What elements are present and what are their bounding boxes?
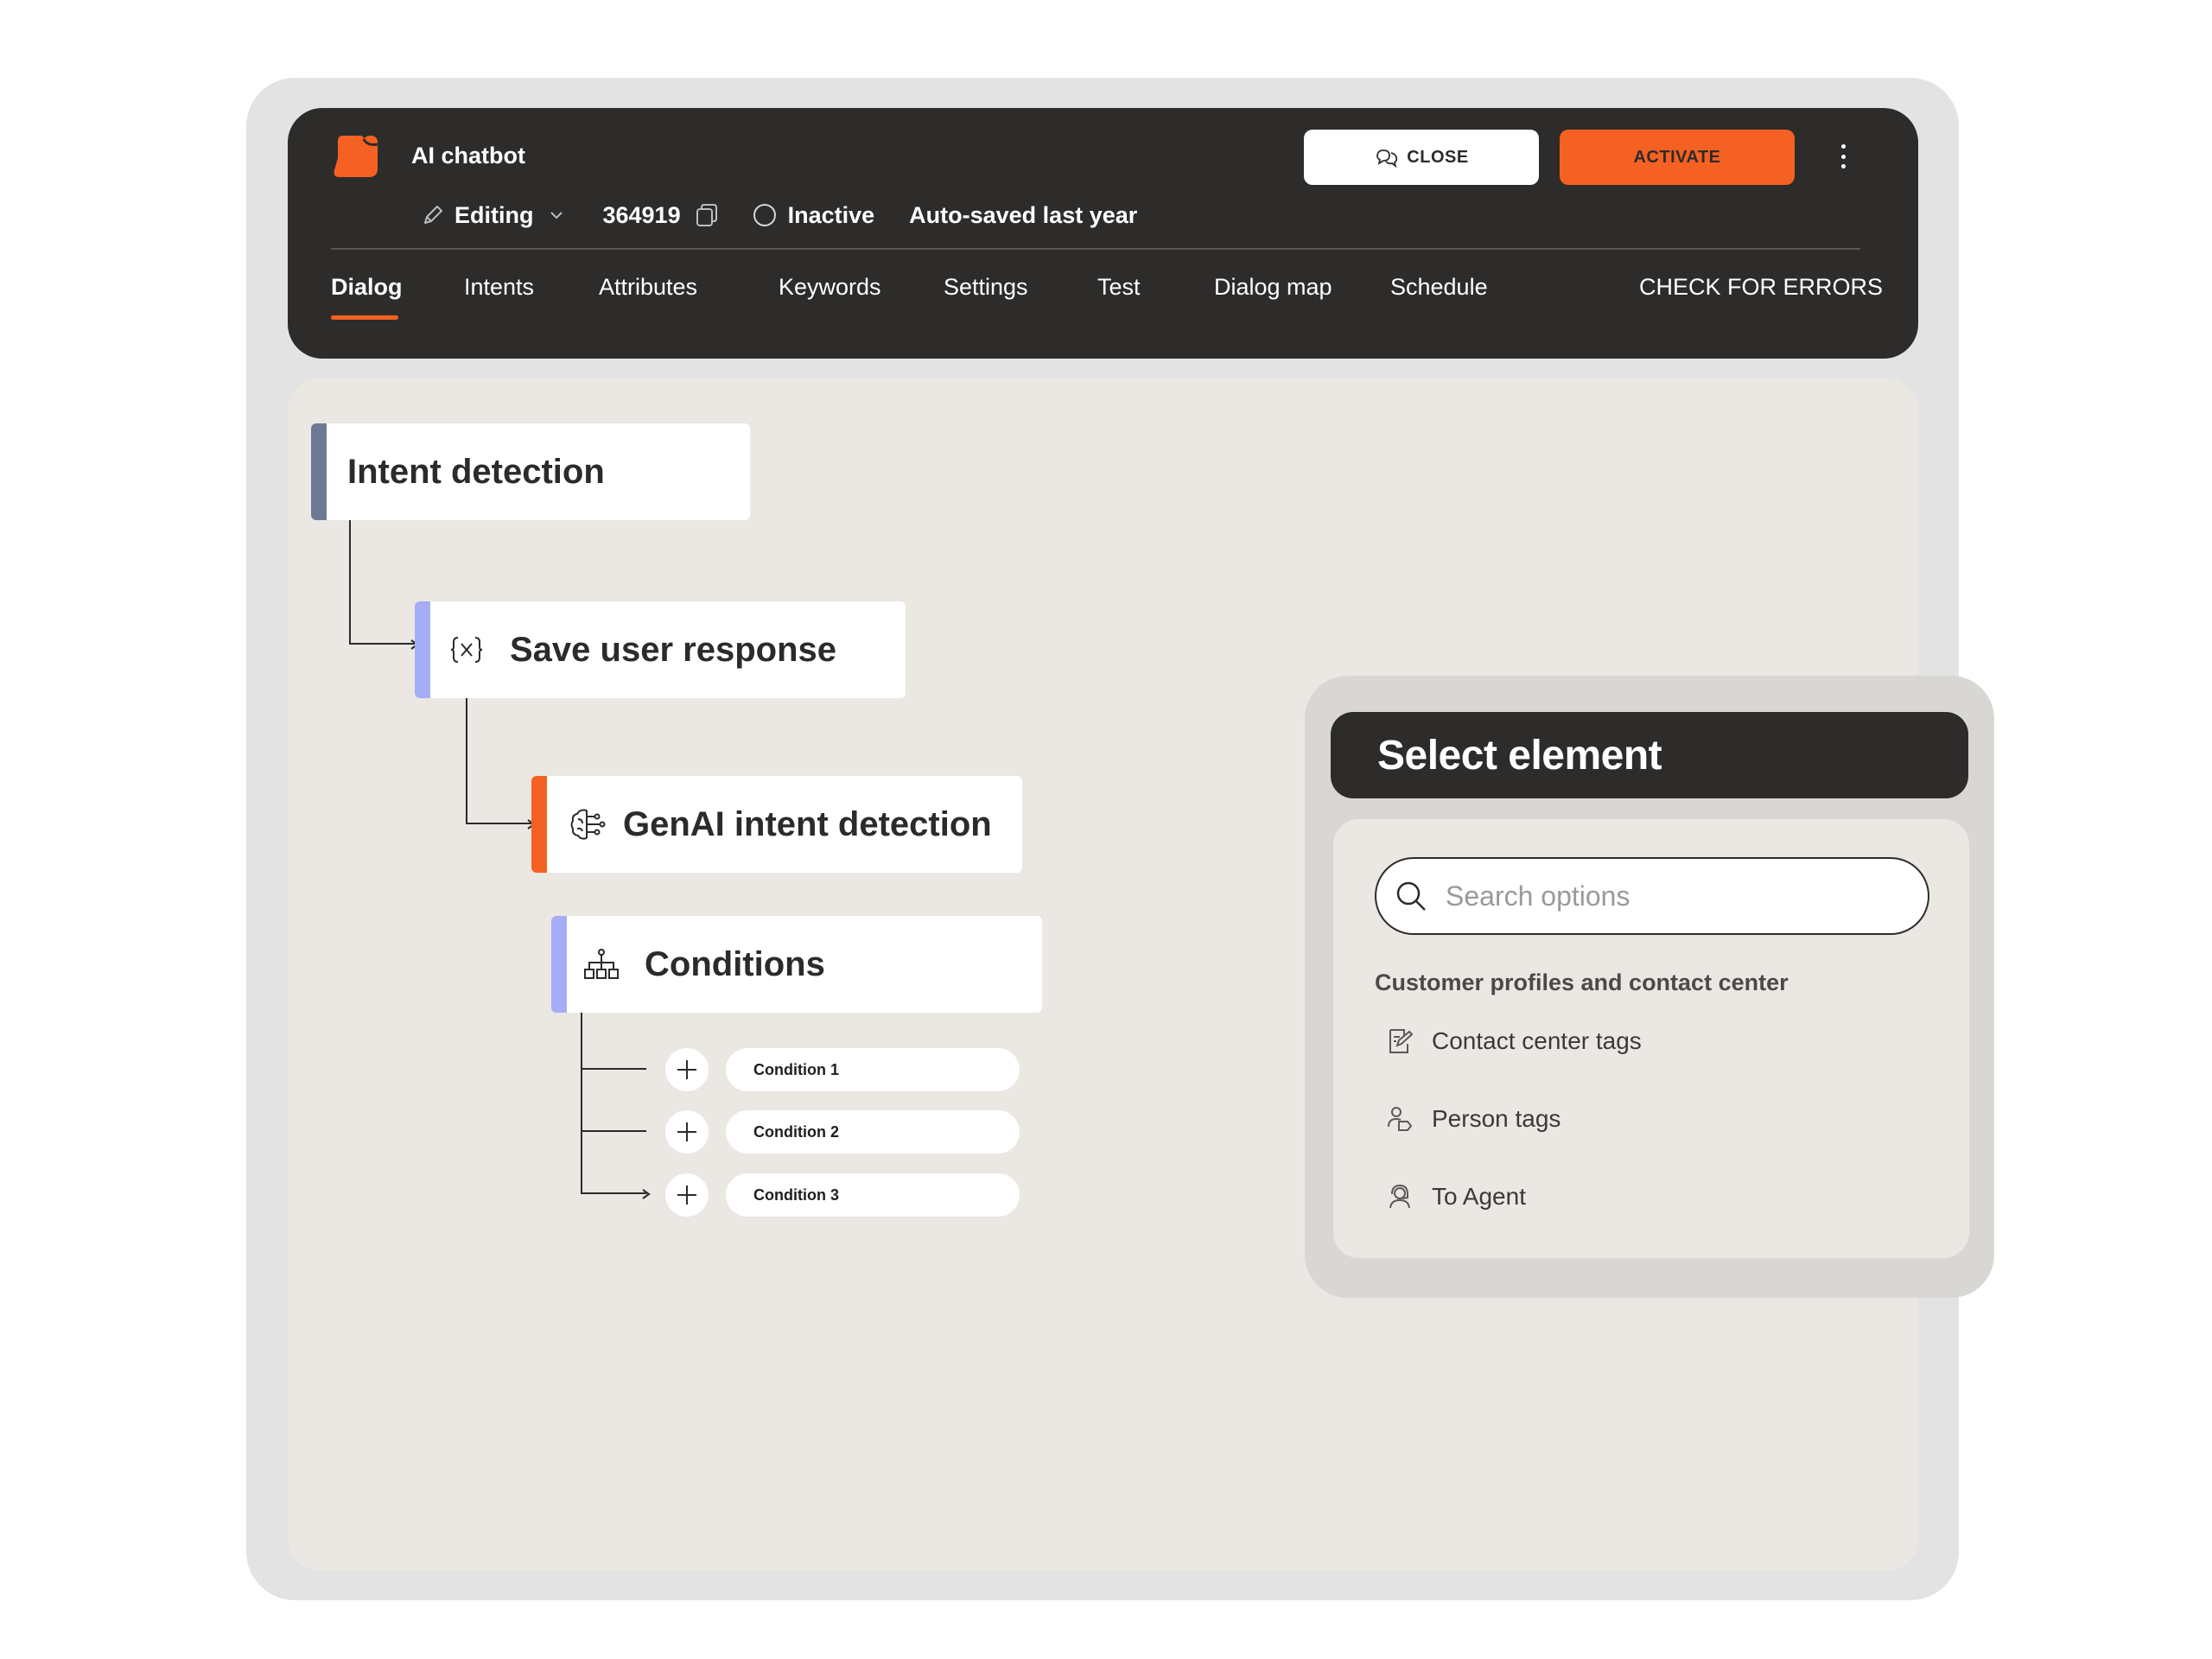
node-title: Intent detection	[347, 452, 605, 491]
arrow-icon	[642, 1189, 651, 1199]
chevron-down-icon	[550, 212, 563, 219]
brain-icon	[570, 809, 606, 840]
bot-id: 364919	[602, 201, 681, 228]
option-contact-center-tags[interactable]: Contact center tags	[1385, 1020, 1642, 1063]
node-accent-bar	[311, 423, 327, 520]
tab-dialog-map[interactable]: Dialog map	[1214, 274, 1332, 301]
option-to-agent[interactable]: To Agent	[1385, 1175, 1526, 1218]
person-tag-icon	[1388, 1107, 1413, 1131]
more-options-icon[interactable]	[1834, 139, 1852, 174]
search-icon	[1396, 881, 1426, 911]
top-header: AI chatbot Editing 364919 Inactive Auto-…	[288, 108, 1918, 359]
close-button[interactable]: CLOSE	[1304, 130, 1539, 185]
node-save-user-response[interactable]: Save user response	[415, 601, 906, 698]
node-genai-intent-detection[interactable]: GenAI intent detection	[531, 776, 1022, 873]
option-person-tags[interactable]: Person tags	[1385, 1097, 1560, 1141]
connector-line	[582, 1068, 646, 1070]
tab-settings[interactable]: Settings	[944, 274, 1028, 301]
option-label: To Agent	[1432, 1183, 1526, 1210]
activate-label: ACTIVATE	[1633, 147, 1721, 167]
node-accent-bar	[531, 776, 547, 873]
panel-body: Customer profiles and contact center Con…	[1333, 819, 1969, 1258]
node-intent-detection[interactable]: Intent detection	[311, 423, 750, 520]
tab-test[interactable]: Test	[1097, 274, 1141, 301]
connector-line	[581, 1011, 646, 1194]
brand-logo	[334, 136, 378, 177]
node-title: Save user response	[510, 630, 836, 669]
hierarchy-icon	[584, 949, 619, 979]
tab-keywords[interactable]: Keywords	[779, 274, 881, 301]
header-divider	[331, 248, 1860, 250]
agent-icon	[1389, 1184, 1410, 1209]
variable-icon	[450, 637, 483, 663]
option-label: Contact center tags	[1432, 1027, 1642, 1054]
condition-item[interactable]: Condition 2	[726, 1110, 1020, 1154]
condition-item[interactable]: Condition 3	[726, 1173, 1020, 1217]
connector-line	[466, 698, 531, 824]
active-tab-indicator	[331, 315, 398, 320]
activate-button[interactable]: ACTIVATE	[1560, 130, 1795, 185]
section-title: Customer profiles and contact center	[1375, 969, 1789, 995]
meta-row: Editing 364919 Inactive Auto-saved last …	[420, 196, 1137, 234]
add-condition-button[interactable]	[665, 1110, 709, 1154]
search-field[interactable]	[1375, 857, 1929, 935]
chat-icon	[1376, 149, 1398, 168]
pencil-icon	[424, 206, 442, 224]
search-input[interactable]	[1446, 880, 1912, 912]
autosave-label: Auto-saved last year	[909, 201, 1138, 228]
tab-schedule[interactable]: Schedule	[1390, 274, 1488, 301]
tab-dialog[interactable]: Dialog	[331, 274, 403, 320]
status-indicator	[753, 204, 776, 226]
tab-intents[interactable]: Intents	[464, 274, 534, 301]
add-condition-button[interactable]	[665, 1048, 709, 1091]
node-accent-bar	[415, 601, 430, 698]
panel-title: Select element	[1331, 712, 1968, 798]
plus-icon	[677, 1060, 696, 1079]
check-errors-button[interactable]: CHECK FOR ERRORS	[1639, 274, 1883, 301]
status-label: Inactive	[787, 201, 875, 228]
tag-edit-icon	[1389, 1029, 1414, 1053]
connector-line	[582, 1130, 646, 1132]
app-title: AI chatbot	[411, 143, 525, 168]
condition-item[interactable]: Condition 1	[726, 1048, 1020, 1091]
option-label: Person tags	[1432, 1105, 1561, 1132]
mode-label: Editing	[454, 201, 534, 228]
node-title: GenAI intent detection	[623, 804, 992, 843]
connector-line	[349, 518, 415, 645]
node-conditions[interactable]: Conditions	[551, 916, 1042, 1013]
add-condition-button[interactable]	[665, 1173, 709, 1217]
mode-dropdown[interactable]: Editing	[420, 202, 566, 229]
node-title: Conditions	[645, 944, 825, 983]
tab-attributes[interactable]: Attributes	[599, 274, 697, 301]
plus-icon	[677, 1185, 696, 1205]
node-accent-bar	[551, 916, 567, 1013]
close-label: CLOSE	[1407, 147, 1469, 167]
plus-icon	[677, 1122, 696, 1141]
copy-icon[interactable]	[693, 201, 721, 229]
